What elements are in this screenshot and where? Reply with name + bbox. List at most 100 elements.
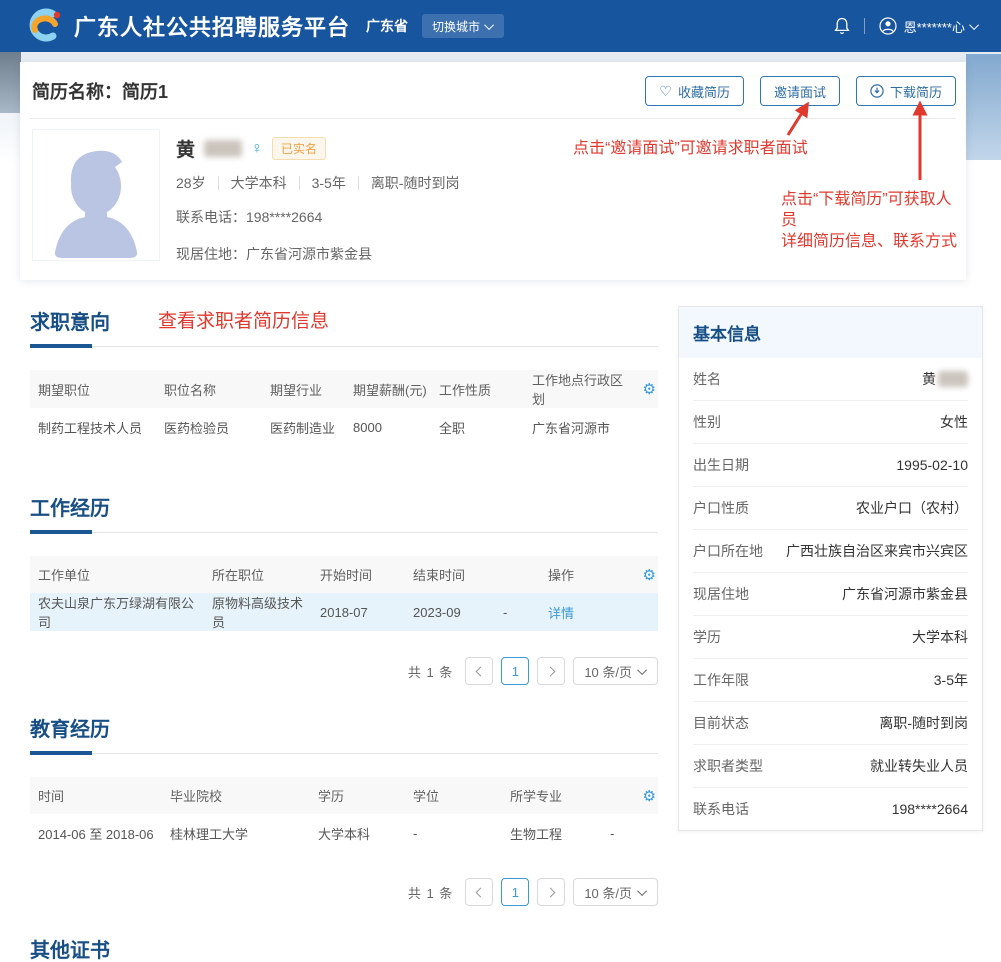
cell-school: 桂林理工大学 [170,824,318,843]
next-page-button[interactable] [537,878,565,906]
col-school: 毕业院校 [170,786,318,805]
table-header-row: 期望职位 职位名称 期望行业 期望薪酬(元) 工作性质 工作地点行政区划 ⚙ [30,370,658,408]
page-number-button[interactable]: 1 [501,657,529,685]
info-row-phone: 联系电话 198****2664 [693,788,968,830]
heart-icon: ♡ [659,84,672,98]
col-degree: 学位 [413,786,510,805]
certificates-title: 其他证书 [30,934,110,962]
cell-degree: - [413,826,510,841]
settings-gear-icon[interactable]: ⚙ [643,380,658,398]
col-expected-salary: 期望薪酬(元) [353,380,439,399]
col-job-type: 工作性质 [439,380,532,399]
col-expected-position: 期望职位 [30,380,164,399]
col-degree-level: 学历 [318,786,413,805]
cell-employer: 农夫山泉广东万绿湖有限公司 [30,593,212,631]
female-gender-icon: ♀ [251,140,263,158]
page-size-label: 10 条/页 [584,883,632,902]
info-row-name: 姓名 黄 [693,358,968,401]
col-employer: 工作单位 [30,565,212,584]
invite-interview-button[interactable]: 邀请面试 [760,76,840,106]
detail-link[interactable]: 详情 [548,603,634,622]
chevron-down-icon [484,20,494,30]
section-underline [30,530,658,536]
info-row-education: 学历 大学本科 [693,616,968,659]
section-underline [30,344,658,350]
col-start-date: 开始时间 [320,565,413,584]
tag-experience: 3-5年 [299,176,358,190]
platform-title: 广东人社公共招聘服务平台 [74,10,350,42]
download-tip-annotation: 点击“下载简历”可获取人员 详细简历信息、联系方式 [781,189,966,252]
col-major: 所学专业 [510,786,610,805]
page-size-select[interactable]: 10 条/页 [573,657,658,685]
job-intention-title: 求职意向 [30,306,110,335]
education-title: 教育经历 [30,713,110,742]
candidate-tags: 28岁 大学本科 3-5年 离职-随时到岗 [176,176,471,190]
col-position-name: 职位名称 [164,380,270,399]
header-divider [864,18,865,34]
tag-education: 大学本科 [218,176,299,190]
page-size-label: 10 条/页 [584,662,632,681]
switch-city-label: 切换城市 [432,18,480,35]
prev-page-button[interactable] [465,878,493,906]
cell-dash: - [503,605,548,620]
resume-summary-card: 简历名称：简历1 ♡ 收藏简历 邀请面试 下载简历 [20,62,966,280]
cell-position-name: 医药检验员 [164,418,270,437]
table-header-row: 时间 毕业院校 学历 学位 所学专业 ⚙ [30,777,658,814]
candidate-phone: 联系电话：198****2664 [176,207,471,227]
notification-bell-icon[interactable] [834,17,850,35]
page-size-select[interactable]: 10 条/页 [573,878,658,906]
section-work-experience: 工作经历 工作单位 所在职位 开始时间 结束时间 操作 ⚙ 农夫山泉广东万绿湖有… [30,492,658,685]
region-label: 广东省 [366,16,408,36]
cell-end-date: 2023-09 [413,605,503,620]
user-avatar-icon [879,17,897,35]
favorite-resume-button[interactable]: ♡ 收藏简历 [645,76,744,106]
info-row-hukou-location: 户口所在地 广西壮族自治区来宾市兴宾区 [693,530,968,573]
name-redacted-blur [938,371,968,387]
job-intention-table: 期望职位 职位名称 期望行业 期望薪酬(元) 工作性质 工作地点行政区划 ⚙ 制… [30,370,658,446]
tag-status: 离职-随时到岗 [358,176,472,190]
next-page-button[interactable] [537,657,565,685]
switch-city-button[interactable]: 切换城市 [422,14,504,38]
cell-major: 生物工程 [510,824,610,843]
education-pagination: 共 1 条 1 10 条/页 [30,878,658,906]
info-row-jobseeker-type: 求职者类型 就业转失业人员 [693,745,968,788]
chevron-down-icon [969,20,979,30]
table-row: 2014-06 至 2018-06 桂林理工大学 大学本科 - 生物工程 - [30,814,658,852]
name-redacted-blur [204,140,242,157]
chevron-down-icon [637,665,647,675]
chevron-right-icon [545,887,555,897]
info-row-current-status: 目前状态 离职-随时到岗 [693,702,968,745]
main-content: 求职意向 查看求职者简历信息 期望职位 职位名称 期望行业 期望薪酬(元) 工作… [0,280,1001,962]
cell-dash: - [610,826,634,841]
username: 恩*******心 [904,17,965,36]
settings-gear-icon[interactable]: ⚙ [643,787,658,805]
download-resume-label: 下载简历 [890,82,942,101]
invite-tip-annotation: 点击“邀请面试”可邀请求职者面试 [573,138,808,159]
info-row-hukou-type: 户口性质 农业户口（农村） [693,487,968,530]
banner-building-right [966,54,1001,160]
page-number-button[interactable]: 1 [501,878,529,906]
chevron-right-icon [545,666,555,676]
chevron-left-icon [475,666,485,676]
download-icon [870,84,884,98]
app-header: 广东人社公共招聘服务平台 广东省 切换城市 恩*******心 [0,0,1001,52]
verified-badge: 已实名 [272,137,326,160]
cell-period: 2014-06 至 2018-06 [30,824,170,843]
settings-gear-icon[interactable]: ⚙ [643,566,658,584]
user-menu[interactable]: 恩*******心 [879,17,979,36]
prev-page-button[interactable] [465,657,493,685]
person-silhouette-icon [37,138,155,260]
col-expected-industry: 期望行业 [270,380,353,399]
sidebar: 基本信息 姓名 黄 性别 女性 出生日期 1995-02-10 户口性质 农业户… [678,306,983,962]
col-period: 时间 [30,786,170,805]
resume-actions: ♡ 收藏简历 邀请面试 下载简历 [645,76,956,106]
banner-building-left [0,52,21,113]
candidate-name: 黄 [176,135,195,162]
col-position: 所在职位 [212,565,320,584]
cell-work-region: 广东省河源市 [532,418,634,437]
favorite-resume-label: 收藏简历 [678,82,730,101]
download-resume-button[interactable]: 下载简历 [856,76,956,106]
work-experience-table: 工作单位 所在职位 开始时间 结束时间 操作 ⚙ 农夫山泉广东万绿湖有限公司 原… [30,556,658,631]
cell-expected-salary: 8000 [353,420,439,435]
info-row-gender: 性别 女性 [693,401,968,444]
